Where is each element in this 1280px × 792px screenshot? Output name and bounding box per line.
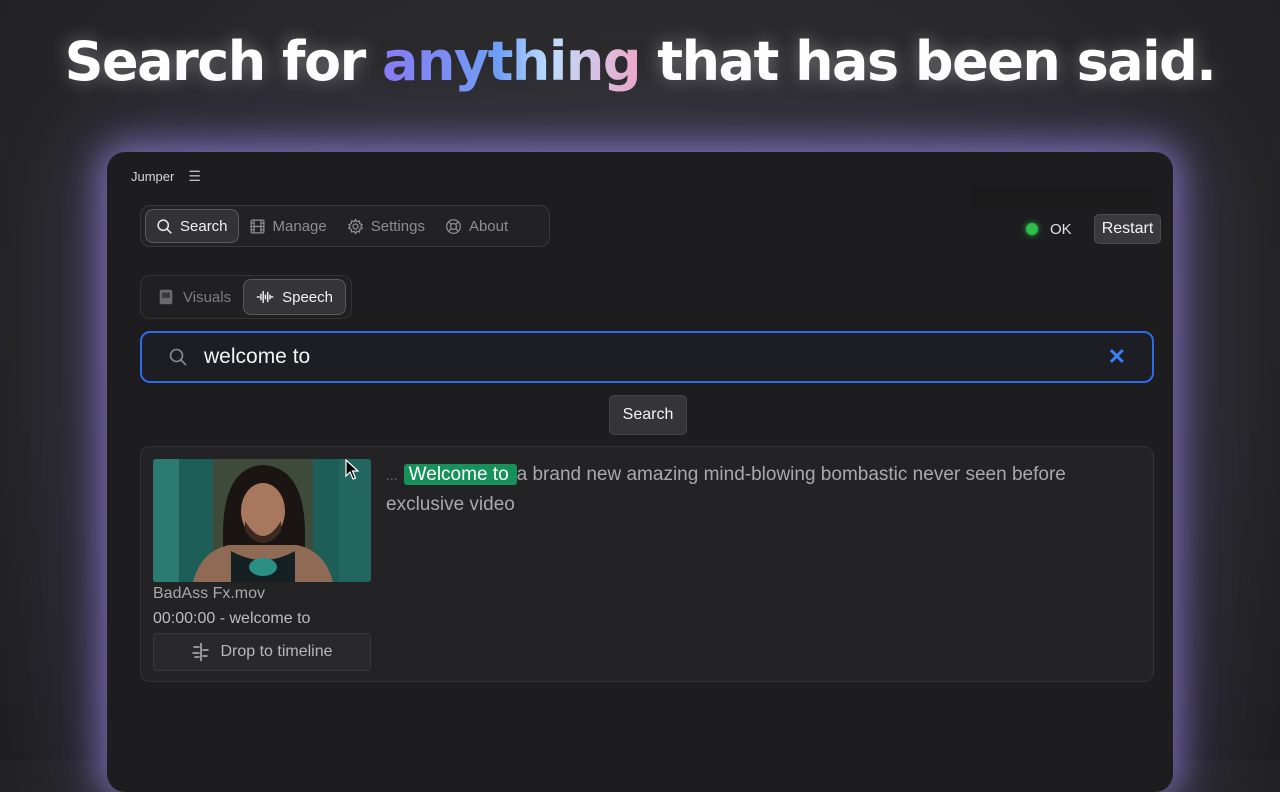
status-label: OK — [1050, 220, 1072, 238]
hamburger-icon[interactable]: ☰ — [188, 168, 201, 185]
title-bar: Jumper ☰ — [131, 168, 201, 185]
clear-search-button[interactable]: ✕ — [1108, 344, 1126, 370]
headline: Search for anything that has been said. — [0, 30, 1280, 93]
search-box: ✕ — [140, 331, 1154, 383]
tab-about-label: About — [468, 217, 509, 235]
tab-visuals-label: Visuals — [183, 288, 232, 306]
restart-button[interactable]: Restart — [1093, 214, 1162, 244]
nav-tabs: Search Manage Settings About — [140, 205, 550, 247]
tab-manage[interactable]: Manage — [239, 209, 337, 243]
tab-about[interactable]: About — [435, 209, 518, 243]
tab-settings[interactable]: Settings — [337, 209, 435, 243]
result-timestamp[interactable]: 00:00:00 - welcome to — [153, 610, 310, 628]
tab-visuals[interactable]: Visuals — [145, 279, 243, 315]
drop-to-timeline-button[interactable]: Drop to timeline — [153, 633, 371, 671]
search-button[interactable]: Search — [609, 395, 687, 435]
mouse-pointer-icon — [345, 459, 359, 480]
drop-to-timeline-label: Drop to timeline — [220, 643, 333, 660]
mode-tabs: Visuals Speech — [140, 275, 352, 319]
result-card: BadAss Fx.mov 00:00:00 - welcome to Drop… — [140, 446, 1154, 682]
app-name: Jumper — [131, 169, 175, 184]
tab-settings-label: Settings — [370, 217, 425, 235]
transcript-match: Welcome to — [403, 464, 517, 485]
tab-search[interactable]: Search — [145, 209, 239, 243]
search-icon — [157, 218, 172, 234]
status-indicator — [1026, 223, 1038, 235]
tab-search-label: Search — [180, 217, 228, 235]
status-area: OK Restart — [1026, 214, 1162, 244]
lifebuoy-icon — [446, 218, 461, 234]
frame-icon — [159, 289, 173, 305]
top-strip — [972, 186, 1152, 208]
tab-speech-label: Speech — [282, 288, 333, 306]
tab-speech[interactable]: Speech — [243, 279, 346, 315]
timeline-icon — [192, 642, 210, 662]
transcript-ellipsis: ... — [386, 467, 398, 483]
search-icon — [169, 348, 187, 366]
tab-manage-label: Manage — [272, 217, 327, 235]
headline-highlight: anything — [382, 30, 641, 93]
headline-after: that has been said. — [639, 30, 1217, 93]
search-input[interactable] — [202, 344, 1108, 370]
app-window: Jumper ☰ Search Manage Settings About OK… — [107, 152, 1173, 792]
file-name: BadAss Fx.mov — [153, 585, 266, 602]
video-thumbnail[interactable] — [153, 459, 371, 582]
gear-icon — [347, 217, 363, 235]
headline-before: Search for — [64, 30, 383, 93]
transcript-snippet[interactable]: ... Welcome to a brand new amazing mind-bl… — [386, 460, 1126, 519]
film-icon — [250, 218, 265, 234]
waveform-icon — [256, 290, 274, 304]
